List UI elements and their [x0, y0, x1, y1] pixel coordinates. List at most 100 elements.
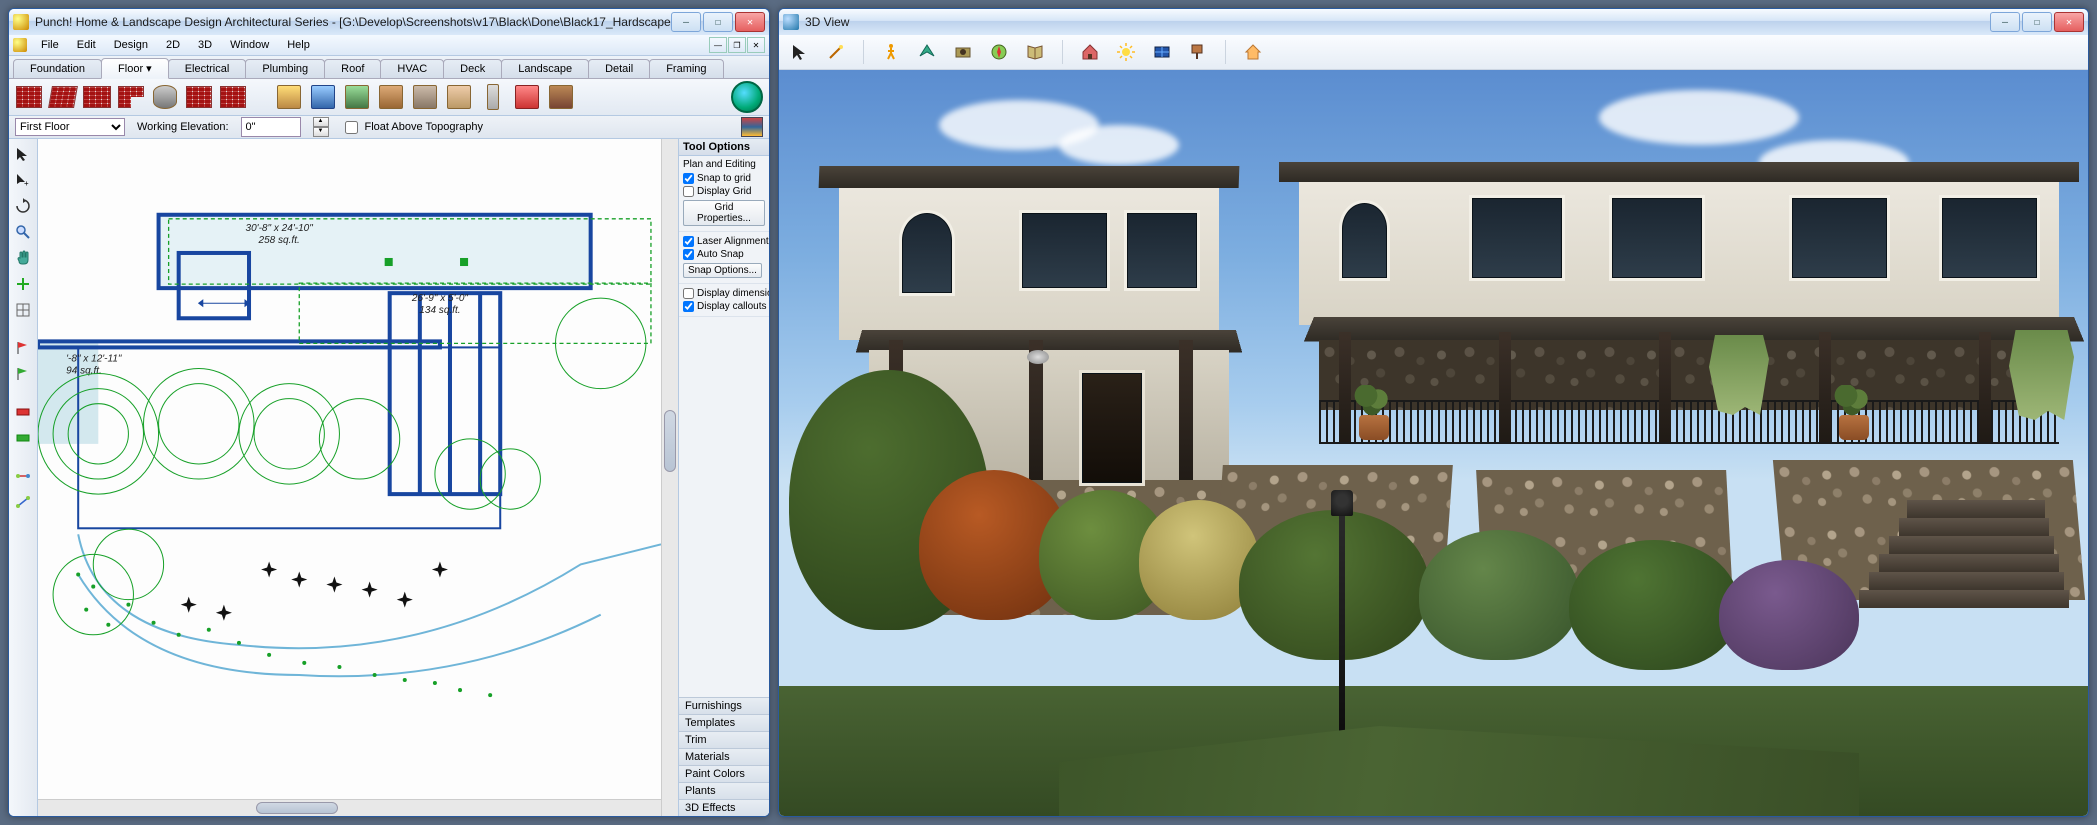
minimize-button[interactable]: —	[671, 12, 701, 32]
green-flag-tool-icon[interactable]	[12, 363, 34, 385]
door-tool-icon[interactable]	[275, 83, 303, 111]
beam-tool-icon[interactable]	[377, 83, 405, 111]
solar-tool-icon[interactable]	[1149, 39, 1175, 65]
main-titlebar[interactable]: Punch! Home & Landscape Design Architect…	[9, 9, 769, 35]
stair-tool-icon[interactable]	[411, 83, 439, 111]
v-scrollbar[interactable]	[661, 139, 678, 816]
mdi-close-button[interactable]: ✕	[747, 37, 765, 53]
walk-tool-icon[interactable]	[878, 39, 904, 65]
rotate-tool-icon[interactable]	[12, 195, 34, 217]
mdi-minimize-button[interactable]: —	[709, 37, 727, 53]
tab-landscape[interactable]: Landscape	[501, 59, 589, 78]
wall-variant-3-icon[interactable]	[185, 83, 213, 111]
app-icon	[13, 14, 29, 30]
book-tool-icon[interactable]	[1022, 39, 1048, 65]
tab-deck[interactable]: Deck	[443, 59, 502, 78]
wall-tool-icon[interactable]	[15, 83, 43, 111]
3d-minimize-button[interactable]: —	[1990, 12, 2020, 32]
tab-foundation[interactable]: Foundation	[13, 59, 102, 78]
fireplace-tool-icon[interactable]	[513, 83, 541, 111]
pan-tool-icon[interactable]	[12, 247, 34, 269]
left-toolbox: +	[9, 139, 38, 816]
elevation-spinner[interactable]: ▲▼	[313, 117, 329, 137]
accordion-materials[interactable]: Materials	[679, 748, 769, 765]
compass-tool-icon[interactable]	[986, 39, 1012, 65]
porch-lamp-icon	[1027, 350, 1049, 364]
tab-roof[interactable]: Roof	[324, 59, 381, 78]
punch-logo-icon[interactable]	[731, 81, 763, 113]
menu-edit[interactable]: Edit	[69, 38, 104, 52]
accordion-plants[interactable]: Plants	[679, 782, 769, 799]
tab-detail[interactable]: Detail	[588, 59, 650, 78]
accordion-3d-effects[interactable]: 3D Effects	[679, 799, 769, 816]
h-scrollbar[interactable]	[38, 799, 661, 816]
zoom-tool-icon[interactable]	[12, 221, 34, 243]
plan-canvas[interactable]: 30'-8" x 24'-10" 258 sq.ft. 26'-9" x 5'-…	[38, 139, 661, 799]
float-topo-checkbox[interactable]	[345, 121, 358, 134]
accordion-trim[interactable]: Trim	[679, 731, 769, 748]
auto-snap-checkbox[interactable]	[683, 249, 694, 260]
tab-hvac[interactable]: HVAC	[380, 59, 444, 78]
mdi-restore-button[interactable]: ❐	[728, 37, 746, 53]
palette-icon[interactable]	[741, 117, 763, 137]
menu-2d[interactable]: 2D	[158, 38, 188, 52]
accordion-paint-colors[interactable]: Paint Colors	[679, 765, 769, 782]
wall-corner-icon[interactable]	[117, 83, 145, 111]
wall-variant-4-icon[interactable]	[219, 83, 247, 111]
svg-text:+: +	[24, 179, 29, 188]
3d-maximize-button[interactable]: ☐	[2022, 12, 2052, 32]
3d-titlebar[interactable]: 3D View — ☐ ✕	[779, 9, 2088, 35]
tab-floor[interactable]: Floor ▾	[101, 58, 169, 79]
tool-options-title: Tool Options	[679, 139, 769, 156]
maximize-button[interactable]: ☐	[703, 12, 733, 32]
red-dim-tool-icon[interactable]	[12, 401, 34, 423]
elevation-input[interactable]	[241, 117, 301, 137]
display-grid-checkbox[interactable]	[683, 186, 694, 197]
green-dim-tool-icon[interactable]	[12, 427, 34, 449]
camera-tool-icon[interactable]	[950, 39, 976, 65]
window-tool-icon[interactable]	[309, 83, 337, 111]
snap-grid-checkbox[interactable]	[683, 173, 694, 184]
tab-framing[interactable]: Framing	[649, 59, 723, 78]
cylinder-tool-icon[interactable]	[151, 83, 179, 111]
wand-tool-icon[interactable]	[823, 39, 849, 65]
menu-design[interactable]: Design	[106, 38, 156, 52]
snap-options-button[interactable]: Snap Options...	[683, 263, 762, 278]
tab-plumbing[interactable]: Plumbing	[245, 59, 325, 78]
laser-align-checkbox[interactable]	[683, 236, 694, 247]
menubar: File Edit Design 2D 3D Window Help — ❐ ✕	[9, 35, 769, 56]
column-tool-icon[interactable]	[479, 83, 507, 111]
select-plus-tool-icon[interactable]: +	[12, 169, 34, 191]
close-button[interactable]: ✕	[735, 12, 765, 32]
house-tool-icon[interactable]	[1077, 39, 1103, 65]
display-dims-checkbox[interactable]	[683, 288, 694, 299]
beam-tool-2-icon[interactable]	[547, 83, 575, 111]
cabinet-tool-icon[interactable]	[445, 83, 473, 111]
red-flag-tool-icon[interactable]	[12, 337, 34, 359]
wall-variant-1-icon[interactable]	[49, 83, 77, 111]
floor-select[interactable]: First Floor	[15, 118, 125, 136]
navigate-tool-icon[interactable]	[787, 39, 813, 65]
paint-tool-icon[interactable]	[1185, 39, 1211, 65]
grid-properties-button[interactable]: Grid Properties...	[683, 200, 765, 226]
menu-help[interactable]: Help	[279, 38, 318, 52]
tab-electrical[interactable]: Electrical	[168, 59, 247, 78]
dimension-tool-icon[interactable]	[12, 465, 34, 487]
menu-3d[interactable]: 3D	[190, 38, 220, 52]
3d-close-button[interactable]: ✕	[2054, 12, 2084, 32]
dimension-tool-2-icon[interactable]	[12, 491, 34, 513]
home-reset-icon[interactable]	[1240, 39, 1266, 65]
display-callouts-checkbox[interactable]	[683, 301, 694, 312]
menu-window[interactable]: Window	[222, 38, 277, 52]
wall-variant-2-icon[interactable]	[83, 83, 111, 111]
sun-tool-icon[interactable]	[1113, 39, 1139, 65]
menu-file[interactable]: File	[33, 38, 67, 52]
fly-tool-icon[interactable]	[914, 39, 940, 65]
grid-tool-icon[interactable]	[12, 299, 34, 321]
add-point-tool-icon[interactable]	[12, 273, 34, 295]
accordion-furnishings[interactable]: Furnishings	[679, 697, 769, 714]
select-tool-icon[interactable]	[12, 143, 34, 165]
arch-tool-icon[interactable]	[343, 83, 371, 111]
3d-viewport[interactable]	[779, 70, 2088, 816]
accordion-templates[interactable]: Templates	[679, 714, 769, 731]
